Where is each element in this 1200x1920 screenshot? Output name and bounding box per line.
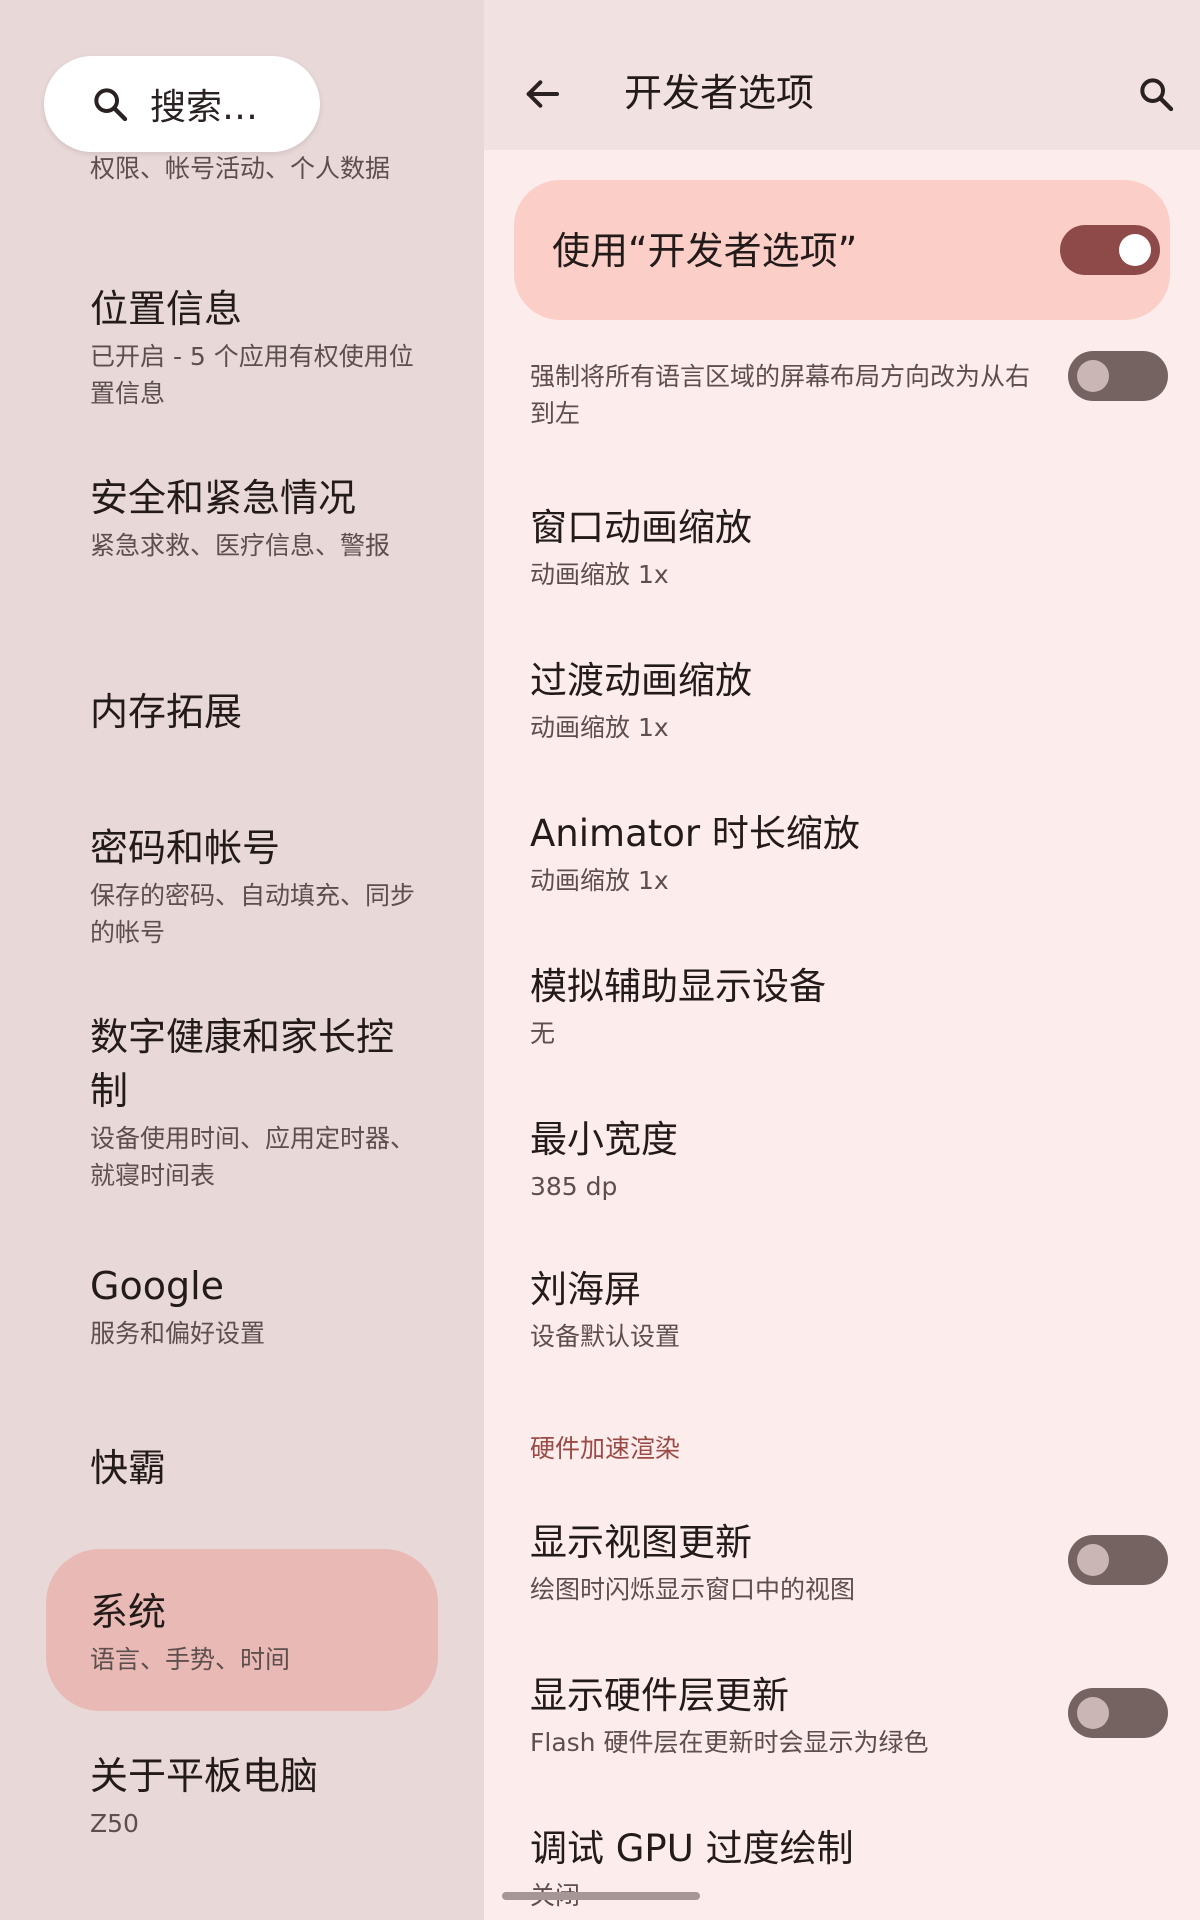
- screen: 权限、帐号活动、个人数据 搜索… 位置信息 已开启 - 5 个应用有权使用位置信…: [0, 0, 1200, 1920]
- settings-nav-pane: 权限、帐号活动、个人数据 搜索… 位置信息 已开启 - 5 个应用有权使用位置信…: [0, 0, 484, 1920]
- settings-search-bar[interactable]: 搜索…: [44, 56, 320, 152]
- search-placeholder: 搜索…: [150, 87, 259, 128]
- switch-thumb: [1077, 1544, 1109, 1576]
- use-developer-options-switch[interactable]: [1060, 225, 1160, 275]
- nav-item-memory-extension[interactable]: 内存拓展: [90, 685, 420, 739]
- pref-title: 显示视图更新: [530, 1521, 752, 1564]
- nav-item-subtitle: 语言、手势、时间: [90, 1645, 291, 1674]
- top-app-bar: 开发者选项: [484, 0, 1200, 150]
- nav-item-title: 系统: [90, 1590, 167, 1634]
- pref-window-animation-scale[interactable]: 窗口动画缩放 动画缩放 1x: [530, 502, 1090, 593]
- pref-transition-animation-scale[interactable]: 过渡动画缩放 动画缩放 1x: [530, 655, 1090, 746]
- pref-title: 窗口动画缩放: [530, 506, 752, 549]
- nav-item-privacy-clipped[interactable]: 权限、帐号活动、个人数据: [90, 150, 390, 187]
- nav-item-kuaiba[interactable]: 快霸: [90, 1441, 420, 1495]
- pref-subtitle: 385 dp: [530, 1172, 618, 1201]
- nav-item-title: 安全和紧急情况: [90, 476, 357, 520]
- nav-item-subtitle: 已开启 - 5 个应用有权使用位置信息: [90, 342, 414, 408]
- pref-subtitle: 设备默认设置: [530, 1322, 681, 1351]
- pref-subtitle: 无: [530, 1019, 556, 1048]
- show-view-updates-switch[interactable]: [1068, 1535, 1168, 1585]
- search-icon: [94, 88, 128, 122]
- nav-item-system[interactable]: 系统 语言、手势、时间: [90, 1585, 420, 1678]
- pref-display-cutout[interactable]: 刘海屏 设备默认设置: [530, 1264, 1090, 1355]
- pref-subtitle: 动画缩放 1x: [530, 866, 669, 895]
- use-developer-options-card[interactable]: 使用“开发者选项”: [514, 180, 1170, 320]
- pref-force-rtl-clipped[interactable]: 强制将所有语言区域的屏幕布局方向改为从右到左: [530, 358, 1030, 432]
- nav-item-about-tablet[interactable]: 关于平板电脑 Z50: [90, 1749, 420, 1842]
- page-title: 开发者选项: [624, 71, 815, 115]
- nav-item-subtitle: 紧急求救、医疗信息、警报: [90, 531, 391, 560]
- pref-title: 最小宽度: [530, 1118, 678, 1161]
- pref-animator-duration-scale[interactable]: Animator 时长缩放 动画缩放 1x: [530, 808, 1090, 899]
- nav-item-subtitle: 服务和偏好设置: [90, 1319, 266, 1348]
- pref-title: 过渡动画缩放: [530, 659, 752, 702]
- nav-item-title: 快霸: [90, 1446, 167, 1490]
- nav-item-subtitle: 权限、帐号活动、个人数据: [90, 154, 391, 183]
- pref-smallest-width[interactable]: 最小宽度 385 dp: [530, 1114, 1090, 1205]
- nav-item-title: 数字健康和家长控制: [90, 1015, 395, 1113]
- nav-item-google[interactable]: Google 服务和偏好设置: [90, 1259, 420, 1352]
- switch-thumb: [1077, 1697, 1109, 1729]
- pref-title: 模拟辅助显示设备: [530, 965, 826, 1008]
- pref-title: 调试 GPU 过度绘制: [530, 1827, 854, 1870]
- nav-item-digital-wellbeing[interactable]: 数字健康和家长控制 设备使用时间、应用定时器、就寝时间表: [90, 1010, 420, 1194]
- pref-subtitle: 强制将所有语言区域的屏幕布局方向改为从右到左: [530, 362, 1031, 428]
- nav-item-location[interactable]: 位置信息 已开启 - 5 个应用有权使用位置信息: [90, 282, 420, 412]
- force-rtl-switch[interactable]: [1068, 351, 1168, 401]
- pref-simulate-secondary-displays[interactable]: 模拟辅助显示设备 无: [530, 961, 1090, 1052]
- nav-item-title: 位置信息: [90, 287, 243, 331]
- switch-thumb: [1077, 360, 1109, 392]
- pref-subtitle: Flash 硬件层在更新时会显示为绿色: [530, 1728, 929, 1757]
- developer-options-pane: 开发者选项 使用“开发者选项” 强制将所有语言区域的屏幕布局方向改为从右到左 窗…: [484, 0, 1200, 1920]
- nav-item-passwords-accounts[interactable]: 密码和帐号 保存的密码、自动填充、同步的帐号: [90, 821, 420, 951]
- search-icon[interactable]: [1136, 74, 1176, 114]
- nav-item-title: 密码和帐号: [90, 826, 281, 870]
- pref-show-view-updates[interactable]: 显示视图更新 绘图时闪烁显示窗口中的视图: [530, 1517, 1090, 1608]
- use-developer-options-label: 使用“开发者选项”: [552, 229, 858, 273]
- pref-title: 显示硬件层更新: [530, 1674, 789, 1717]
- nav-item-subtitle: 保存的密码、自动填充、同步的帐号: [90, 881, 416, 947]
- arrow-back-icon[interactable]: [522, 74, 562, 114]
- pref-show-hw-layers-updates[interactable]: 显示硬件层更新 Flash 硬件层在更新时会显示为绿色: [530, 1670, 1090, 1761]
- pref-subtitle: 动画缩放 1x: [530, 560, 669, 589]
- show-hw-layers-updates-switch[interactable]: [1068, 1688, 1168, 1738]
- nav-item-subtitle: 设备使用时间、应用定时器、就寝时间表: [90, 1124, 416, 1190]
- pref-title: 刘海屏: [530, 1268, 641, 1311]
- pref-debug-gpu-overdraw[interactable]: 调试 GPU 过度绘制 关闭: [530, 1823, 1090, 1914]
- nav-item-title: 内存拓展: [90, 690, 243, 734]
- pref-subtitle: 动画缩放 1x: [530, 713, 669, 742]
- nav-item-title: 关于平板电脑: [90, 1754, 319, 1798]
- gesture-nav-handle[interactable]: [502, 1892, 700, 1900]
- nav-item-subtitle: Z50: [90, 1809, 139, 1838]
- pref-title: Animator 时长缩放: [530, 812, 860, 855]
- switch-thumb: [1119, 234, 1151, 266]
- section-header-hw-rendering: 硬件加速渲染: [530, 1434, 681, 1463]
- pref-subtitle: 绘图时闪烁显示窗口中的视图: [530, 1575, 856, 1604]
- nav-item-title: Google: [90, 1264, 225, 1308]
- nav-item-safety-emergency[interactable]: 安全和紧急情况 紧急求救、医疗信息、警报: [90, 471, 420, 564]
